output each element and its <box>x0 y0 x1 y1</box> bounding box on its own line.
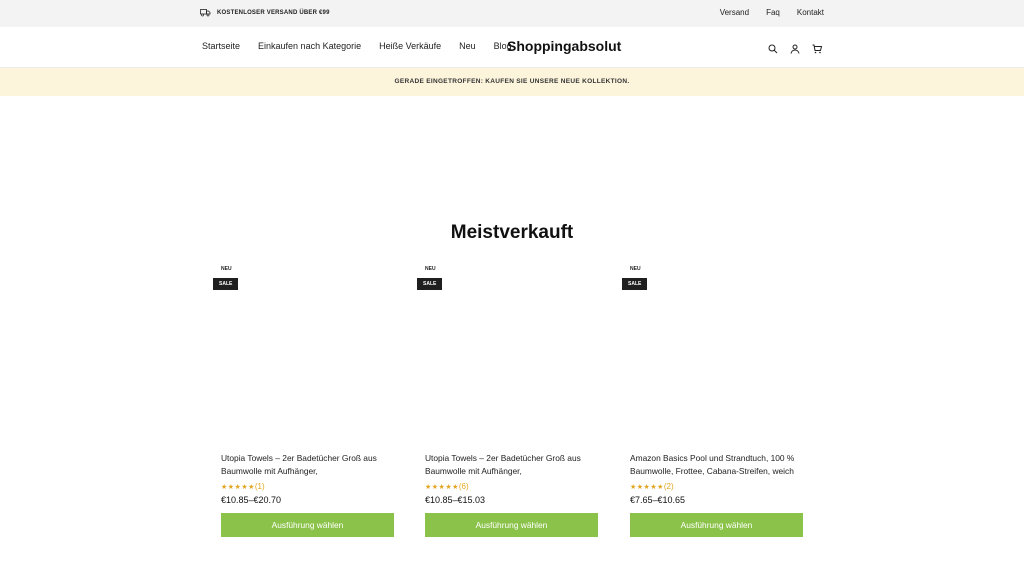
nav-item-kategorie[interactable]: Einkaufen nach Kategorie <box>258 41 361 51</box>
select-option-button[interactable]: Ausführung wählen <box>630 513 803 537</box>
product-rating: ★★★★★(1) <box>221 482 265 491</box>
sale-badge: SALE <box>213 278 239 290</box>
new-badge: NEU <box>425 266 436 272</box>
nav-item-startseite[interactable]: Startseite <box>202 41 240 51</box>
nav-item-heisse-verkaeufe[interactable]: Heiße Verkäufe <box>379 41 441 51</box>
free-shipping-notice: KOSTENLOSER VERSAND ÜBER €99 <box>200 8 330 17</box>
announcement-text: GERADE EINGETROFFEN: KAUFEN SIE UNSERE N… <box>394 78 630 85</box>
top-links: Versand Faq Kontakt <box>720 8 824 17</box>
product-title[interactable]: Utopia Towels – 2er Badetücher Groß aus … <box>221 452 396 477</box>
user-icon[interactable] <box>790 41 800 54</box>
select-option-button[interactable]: Ausführung wählen <box>221 513 394 537</box>
star-rating-icon: ★★★★★ <box>221 484 255 491</box>
announcement-bar: GERADE EINGETROFFEN: KAUFEN SIE UNSERE N… <box>0 68 1024 96</box>
product-card[interactable]: NEU SALE Utopia Towels – 2er Badetücher … <box>213 262 403 542</box>
star-rating-icon: ★★★★★ <box>630 484 664 491</box>
product-price: €10.85–€20.70 <box>221 495 282 505</box>
section-title: Meistverkauft <box>450 222 574 243</box>
site-logo[interactable]: Shoppingabsolut <box>507 38 621 54</box>
new-badge: NEU <box>630 266 641 272</box>
search-icon[interactable] <box>768 41 778 54</box>
review-count[interactable]: (1) <box>255 482 265 491</box>
top-link-kontakt[interactable]: Kontakt <box>797 8 824 17</box>
review-count[interactable]: (6) <box>459 482 469 491</box>
select-option-button[interactable]: Ausführung wählen <box>425 513 598 537</box>
cart-icon[interactable] <box>812 41 823 54</box>
product-price: €10.85–€15.03 <box>425 495 486 505</box>
nav-item-neu[interactable]: Neu <box>459 41 476 51</box>
header-icons <box>768 41 823 54</box>
product-rating: ★★★★★(6) <box>425 482 469 491</box>
product-card[interactable]: NEU SALE Amazon Basics Pool und Strandtu… <box>622 262 812 542</box>
free-shipping-text: KOSTENLOSER VERSAND ÜBER €99 <box>217 9 330 16</box>
product-title[interactable]: Amazon Basics Pool und Strandtuch, 100 %… <box>630 452 805 477</box>
top-link-versand[interactable]: Versand <box>720 8 749 17</box>
review-count[interactable]: (2) <box>664 482 674 491</box>
star-rating-icon: ★★★★★ <box>425 484 459 491</box>
product-title[interactable]: Utopia Towels – 2er Badetücher Groß aus … <box>425 452 600 477</box>
sale-badge: SALE <box>417 278 443 290</box>
site-header: Startseite Einkaufen nach Kategorie Heiß… <box>0 27 1024 68</box>
sale-badge: SALE <box>622 278 648 290</box>
top-link-faq[interactable]: Faq <box>766 8 780 17</box>
truck-icon <box>200 9 211 17</box>
new-badge: NEU <box>221 266 232 272</box>
main-nav: Startseite Einkaufen nach Kategorie Heiß… <box>202 41 512 51</box>
product-price: €7.65–€10.65 <box>630 495 686 505</box>
product-card[interactable]: NEU SALE Utopia Towels – 2er Badetücher … <box>417 262 607 542</box>
product-rating: ★★★★★(2) <box>630 482 674 491</box>
top-bar: KOSTENLOSER VERSAND ÜBER €99 Versand Faq… <box>0 0 1024 27</box>
